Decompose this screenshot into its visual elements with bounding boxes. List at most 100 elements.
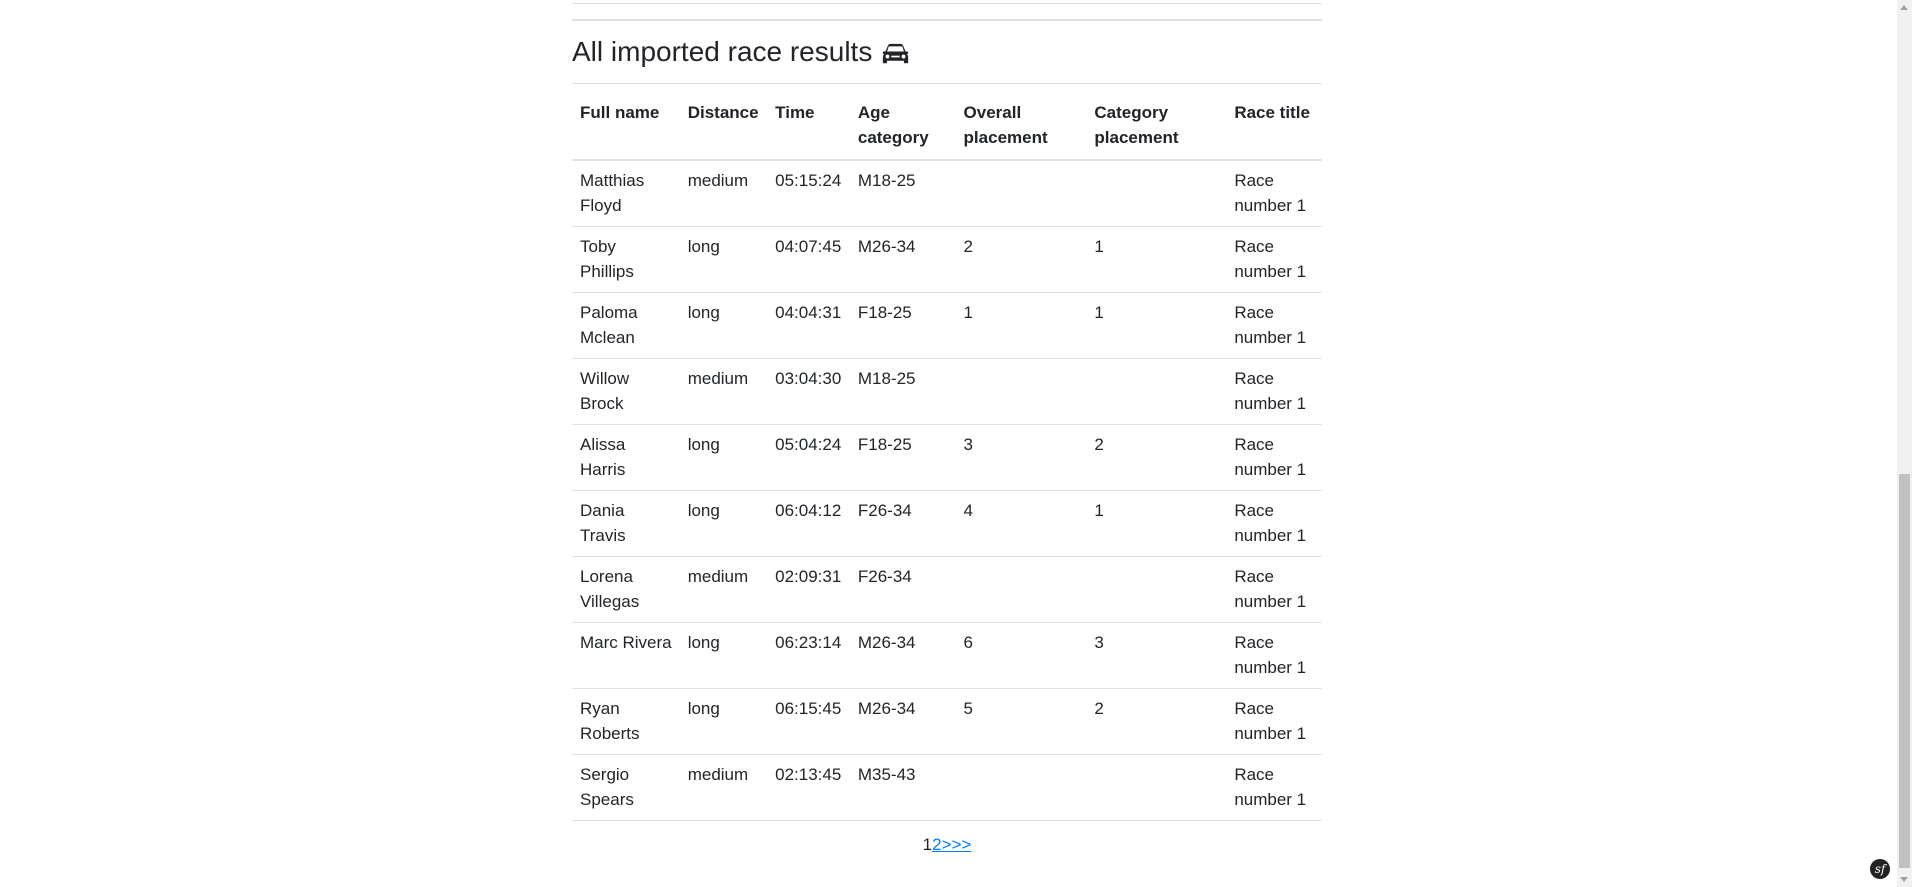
column-header-full-name: Full name — [572, 84, 680, 161]
column-header-age-category: Age category — [849, 84, 956, 161]
cell-full-name: Dania Travis — [572, 490, 680, 557]
cell-age-category: M35-43 — [849, 754, 956, 821]
cell-overall-placement — [955, 159, 1087, 227]
cell-time: 05:15:24 — [767, 159, 850, 227]
cell-overall-placement: 5 — [955, 688, 1087, 755]
header-row: Full name Distance Time Age category Ove… — [572, 84, 1322, 161]
cell-overall-placement: 1 — [955, 292, 1087, 359]
cell-race-title: Race number 1 — [1226, 754, 1322, 821]
pagination-page-2-link[interactable]: 2 — [932, 835, 941, 854]
cell-race-title: Race number 1 — [1226, 490, 1322, 557]
cell-race-title: Race number 1 — [1226, 226, 1322, 293]
cell-race-title: Race number 1 — [1226, 688, 1322, 755]
table-row: Alissa Harris long 05:04:24 F18-25 3 2 R… — [572, 424, 1322, 491]
table-row: Sergio Spears medium 02:13:45 M35-43 Rac… — [572, 754, 1322, 821]
table-row: Willow Brock medium 03:04:30 M18-25 Race… — [572, 358, 1322, 425]
cell-time: 06:23:14 — [767, 622, 850, 689]
cell-full-name: Paloma Mclean — [572, 292, 680, 359]
column-header-category-placement: Category placement — [1086, 84, 1227, 161]
scroll-down-arrow-icon[interactable] — [1900, 877, 1908, 882]
cell-time: 06:15:45 — [767, 688, 850, 755]
scrollbar-thumb[interactable] — [1899, 474, 1910, 868]
cell-race-title: Race number 1 — [1226, 556, 1322, 623]
cell-category-placement — [1086, 159, 1227, 227]
top-divider — [572, 0, 1322, 4]
cell-full-name: Alissa Harris — [572, 424, 680, 491]
cell-race-title: Race number 1 — [1226, 358, 1322, 425]
table-row: Matthias Floyd medium 05:15:24 M18-25 Ra… — [572, 159, 1322, 227]
table-row: Toby Phillips long 04:07:45 M26-34 2 1 R… — [572, 226, 1322, 293]
table-row: Paloma Mclean long 04:04:31 F18-25 1 1 R… — [572, 292, 1322, 359]
cell-overall-placement: 2 — [955, 226, 1087, 293]
table-row: Ryan Roberts long 06:15:45 M26-34 5 2 Ra… — [572, 688, 1322, 755]
cell-category-placement: 2 — [1086, 424, 1227, 491]
cell-distance: long — [679, 226, 768, 293]
table-row: Lorena Villegas medium 02:09:31 F26-34 R… — [572, 556, 1322, 623]
table-header: Full name Distance Time Age category Ove… — [572, 84, 1322, 161]
cell-category-placement — [1086, 754, 1227, 821]
cell-age-category: M18-25 — [849, 159, 956, 227]
cell-age-category: M26-34 — [849, 226, 956, 293]
cell-distance: long — [679, 292, 768, 359]
cell-overall-placement: 3 — [955, 424, 1087, 491]
cell-category-placement: 3 — [1086, 622, 1227, 689]
cell-time: 05:04:24 — [767, 424, 850, 491]
cell-distance: long — [679, 688, 768, 755]
cell-overall-placement — [955, 556, 1087, 623]
cell-race-title: Race number 1 — [1226, 622, 1322, 689]
cell-distance: medium — [679, 159, 768, 227]
cell-distance: long — [679, 622, 768, 689]
cell-overall-placement — [955, 754, 1087, 821]
cell-age-category: F26-34 — [849, 556, 956, 623]
table-row: Marc Rivera long 06:23:14 M26-34 6 3 Rac… — [572, 622, 1322, 689]
page-title-text: All imported race results — [572, 36, 873, 68]
cell-category-placement — [1086, 556, 1227, 623]
cell-full-name: Willow Brock — [572, 358, 680, 425]
cell-race-title: Race number 1 — [1226, 159, 1322, 227]
table-body: Matthias Floyd medium 05:15:24 M18-25 Ra… — [572, 159, 1322, 821]
column-header-time: Time — [767, 84, 850, 161]
cell-category-placement: 2 — [1086, 688, 1227, 755]
cell-full-name: Toby Phillips — [572, 226, 680, 293]
cell-time: 04:07:45 — [767, 226, 850, 293]
cell-overall-placement: 6 — [955, 622, 1087, 689]
cell-distance: medium — [679, 358, 768, 425]
page-scrollbar[interactable] — [1897, 0, 1912, 887]
cell-age-category: F18-25 — [849, 424, 956, 491]
cell-time: 04:04:31 — [767, 292, 850, 359]
cell-full-name: Lorena Villegas — [572, 556, 680, 623]
car-icon — [883, 43, 909, 64]
results-container: All imported race results Full name Dist… — [572, 0, 1322, 855]
race-results-table: Full name Distance Time Age category Ove… — [572, 84, 1322, 821]
cell-age-category: M26-34 — [849, 688, 956, 755]
cell-time: 02:09:31 — [767, 556, 850, 623]
page-title: All imported race results — [572, 35, 909, 69]
column-header-distance: Distance — [679, 84, 768, 161]
cell-race-title: Race number 1 — [1226, 424, 1322, 491]
cell-age-category: F18-25 — [849, 292, 956, 359]
scroll-up-arrow-icon[interactable] — [1900, 5, 1908, 10]
table-row: Dania Travis long 06:04:12 F26-34 4 1 Ra… — [572, 490, 1322, 557]
cell-race-title: Race number 1 — [1226, 292, 1322, 359]
page: All imported race results Full name Dist… — [0, 0, 1912, 887]
cell-full-name: Sergio Spears — [572, 754, 680, 821]
cell-distance: long — [679, 424, 768, 491]
pagination-last-link[interactable]: >> — [952, 835, 972, 854]
cell-age-category: M18-25 — [849, 358, 956, 425]
cell-time: 02:13:45 — [767, 754, 850, 821]
cell-distance: medium — [679, 754, 768, 821]
column-header-race-title: Race title — [1226, 84, 1322, 161]
cell-overall-placement — [955, 358, 1087, 425]
symfony-toolbar-icon[interactable]: sf — [1870, 859, 1890, 879]
cell-age-category: M26-34 — [849, 622, 956, 689]
cell-overall-placement: 4 — [955, 490, 1087, 557]
cell-full-name: Ryan Roberts — [572, 688, 680, 755]
column-header-overall-placement: Overall placement — [955, 84, 1087, 161]
cell-time: 06:04:12 — [767, 490, 850, 557]
cell-full-name: Marc Rivera — [572, 622, 680, 689]
pagination-next-link[interactable]: > — [942, 835, 952, 854]
cell-category-placement: 1 — [1086, 490, 1227, 557]
cell-category-placement — [1086, 358, 1227, 425]
cell-time: 03:04:30 — [767, 358, 850, 425]
pagination: 12>>> — [572, 835, 1322, 855]
